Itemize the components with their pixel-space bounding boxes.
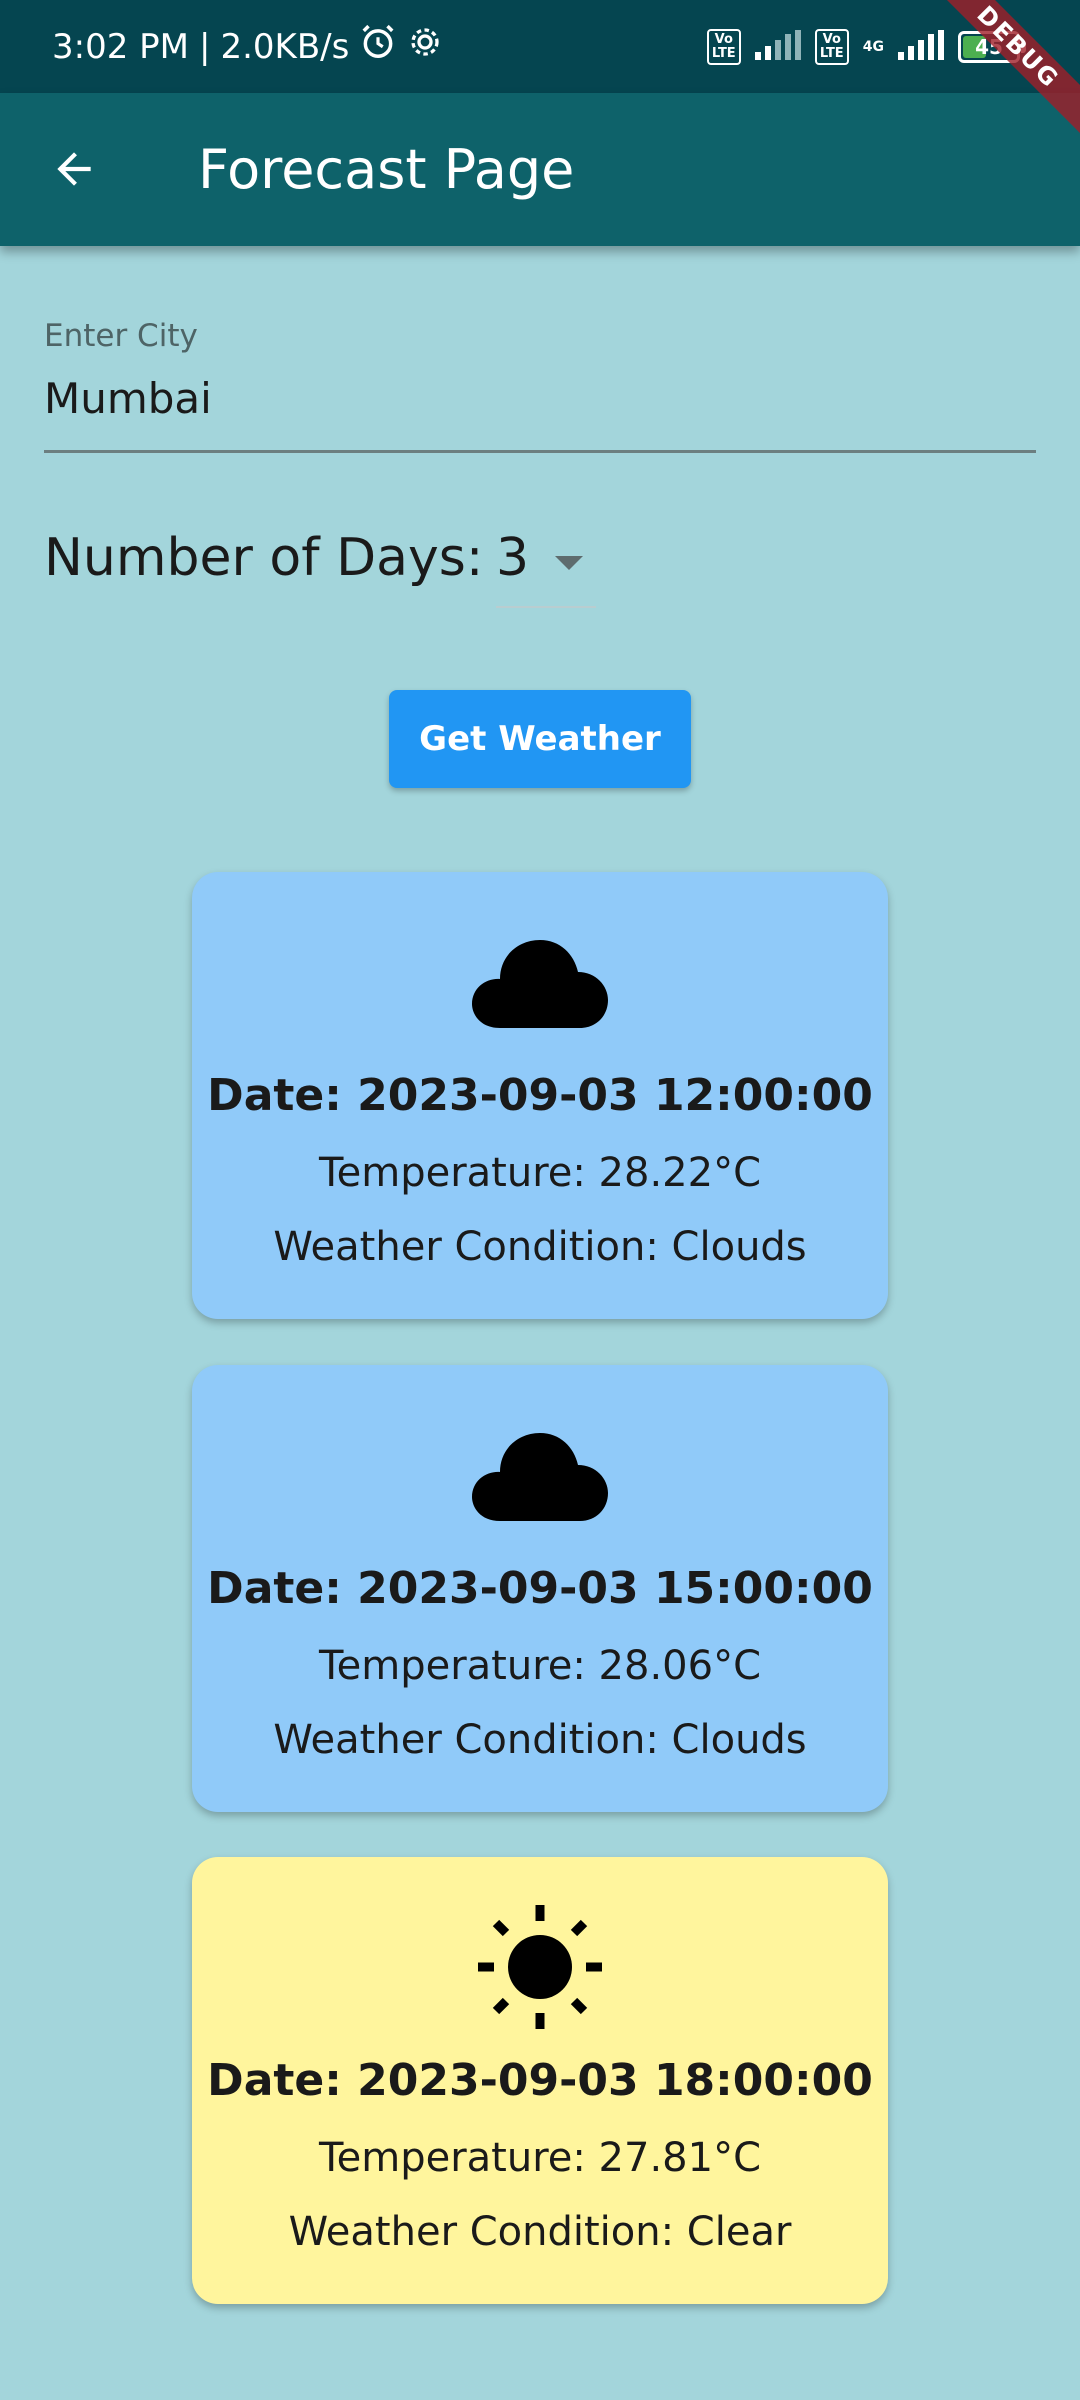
sun-icon <box>192 1905 888 2029</box>
signal-strength-icon-2 <box>898 29 944 64</box>
cloud-icon <box>192 932 888 1032</box>
days-dropdown[interactable]: 3 <box>496 528 596 608</box>
alarm-icon <box>359 23 397 70</box>
network-type: 4G <box>862 38 884 55</box>
days-label: Number of Days: <box>44 528 484 588</box>
status-bar: 3:02 PM | 2.0KB/s Vo LTE Vo LTE 4G 45 <box>0 0 1080 93</box>
forecast-condition: Weather Condition: Clouds <box>273 1224 807 1270</box>
status-left: 3:02 PM | 2.0KB/s <box>52 0 443 93</box>
dropdown-arrow-icon <box>555 556 584 570</box>
forecast-condition: Weather Condition: Clouds <box>273 1717 807 1763</box>
forecast-date: Date: 2023-09-03 18:00:00 <box>207 2055 873 2106</box>
forecast-temperature: Temperature: 28.22°C <box>318 1150 761 1196</box>
forecast-condition: Weather Condition: Clear <box>288 2209 792 2255</box>
volte-badge-2: Vo LTE <box>814 28 849 65</box>
volte-badge: Vo LTE <box>706 28 741 65</box>
signal-strength-icon <box>754 29 801 64</box>
forecast-date: Date: 2023-09-03 12:00:00 <box>207 1070 873 1121</box>
city-field-label: Enter City <box>44 318 198 354</box>
arrow-back-icon <box>49 144 99 198</box>
forecast-card: Date: 2023-09-03 12:00:00 Temperature: 2… <box>192 872 888 1319</box>
forecast-temperature: Temperature: 28.06°C <box>318 1643 761 1689</box>
days-selected-value: 3 <box>496 528 530 588</box>
app-bar: Forecast Page <box>0 93 1080 246</box>
status-separator: | <box>199 26 211 67</box>
forecast-date: Date: 2023-09-03 15:00:00 <box>207 1563 873 1614</box>
status-time: 3:02 PM <box>52 26 189 67</box>
forecast-card: Date: 2023-09-03 18:00:00 Temperature: 2… <box>192 1857 888 2304</box>
get-weather-button[interactable]: Get Weather <box>389 690 691 788</box>
cloud-icon <box>192 1425 888 1525</box>
page-title: Forecast Page <box>198 138 575 201</box>
city-input[interactable] <box>44 360 1036 436</box>
settings-gear-icon <box>407 24 443 69</box>
forecast-card: Date: 2023-09-03 15:00:00 Temperature: 2… <box>192 1365 888 1812</box>
back-button[interactable] <box>34 131 114 211</box>
city-input-underline <box>44 450 1036 453</box>
forecast-temperature: Temperature: 27.81°C <box>318 2135 761 2181</box>
status-speed: 2.0KB/s <box>220 26 350 67</box>
